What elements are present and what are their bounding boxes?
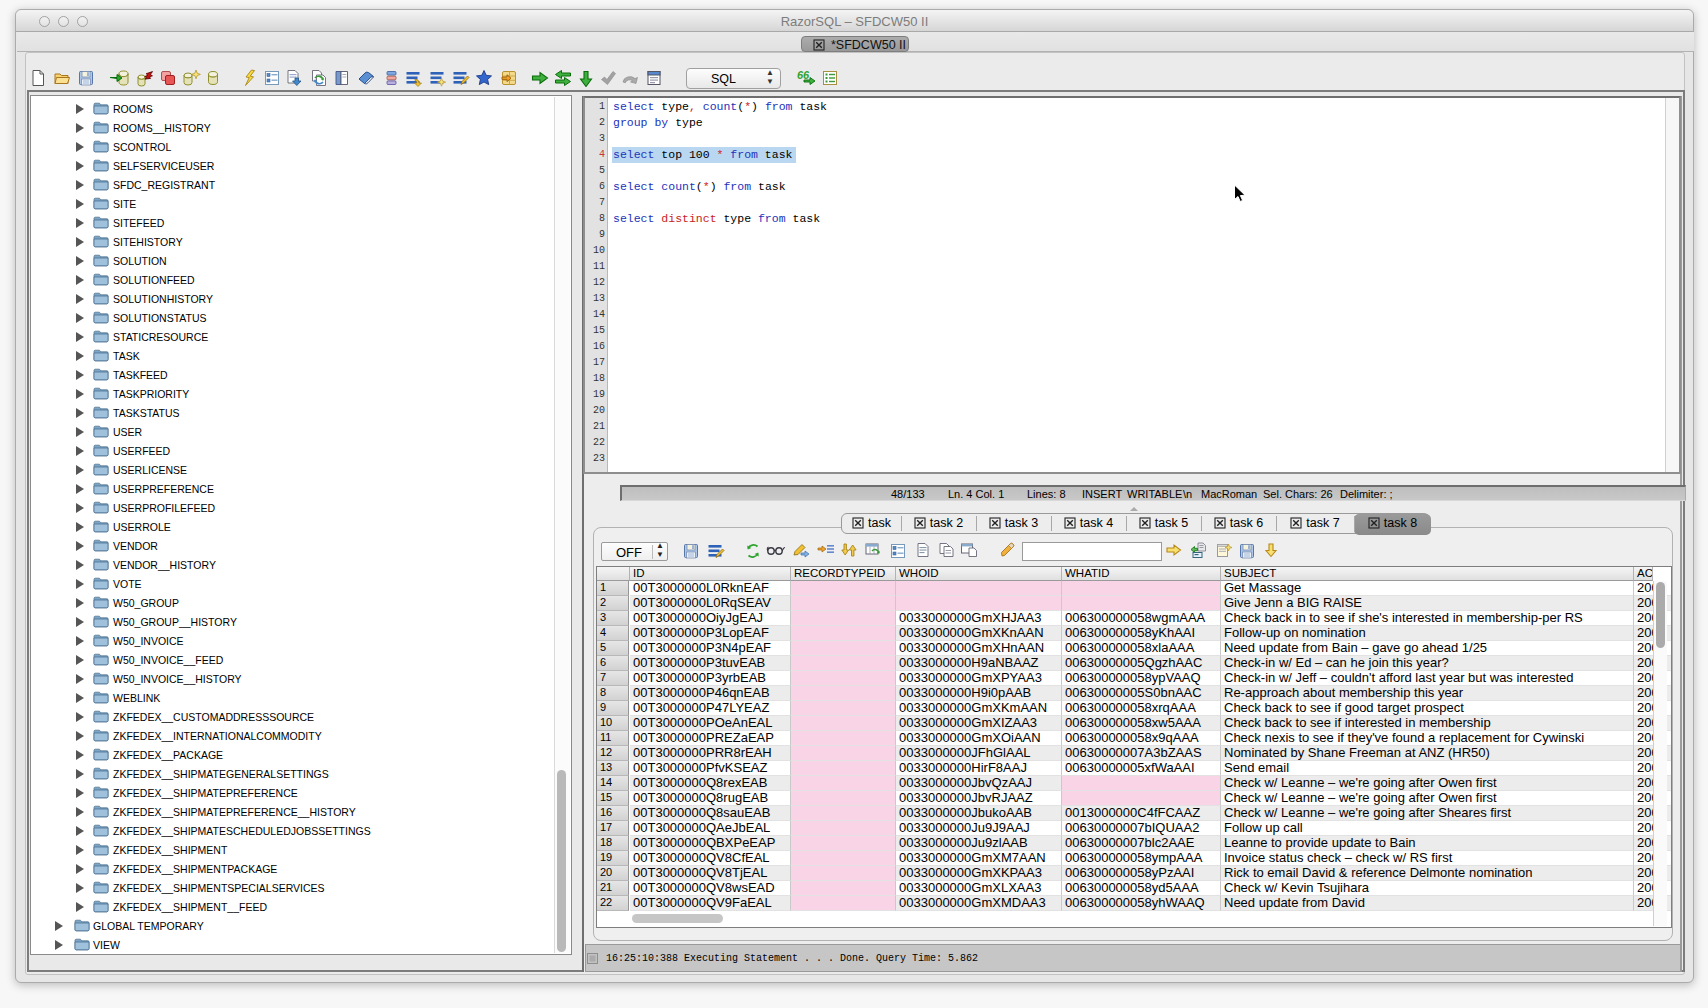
- svg-text:66: 66: [797, 69, 810, 81]
